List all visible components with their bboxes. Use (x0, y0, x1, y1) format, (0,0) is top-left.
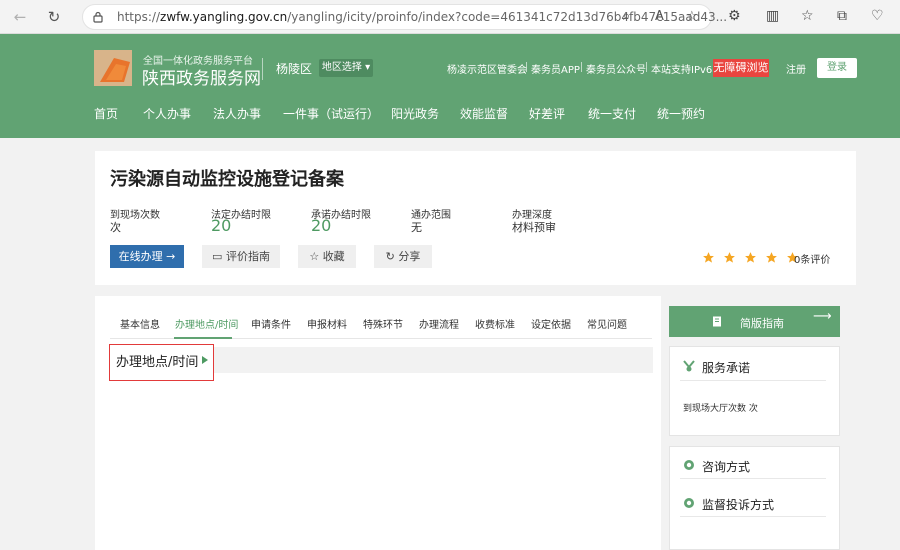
browser-essentials-icon[interactable]: ♡ (871, 8, 884, 24)
top-link-separator (526, 62, 527, 72)
tab-materials[interactable]: 申报材料 (307, 316, 347, 331)
extensions-icon[interactable]: ⚙ (728, 8, 741, 24)
star-icon (724, 252, 736, 263)
evaluation-guide-button[interactable]: ▭ 评价指南 (202, 245, 280, 268)
message-icon: ▭ (212, 250, 223, 263)
promise-icon (683, 360, 695, 372)
long-arrow-right-icon: ⟶ (813, 309, 832, 324)
top-link-separator (646, 62, 647, 72)
online-apply-button[interactable]: 在线办理 → (110, 245, 184, 268)
field-value: 材料预审 (512, 221, 556, 234)
star-icon (703, 252, 714, 263)
field-value: 20 (211, 216, 232, 235)
tab-location-time[interactable]: 办理地点/时间 (175, 316, 238, 331)
register-link[interactable]: 注册 (786, 61, 806, 76)
tab-legal-basis[interactable]: 设定依据 (531, 316, 571, 331)
tab-fees[interactable]: 收费标准 (475, 316, 515, 331)
login-button[interactable]: 登录 (817, 58, 857, 78)
rating-stars (702, 249, 802, 268)
back-arrow-icon[interactable]: ← (10, 7, 30, 27)
field-value: 无 (411, 221, 422, 234)
tab-special-steps[interactable]: 特殊环节 (363, 316, 403, 331)
reload-icon[interactable]: ↻ (44, 7, 64, 27)
top-link-committee[interactable]: 杨凌示范区管委会 (447, 61, 527, 76)
consultation-title[interactable]: 咨询方式 (702, 458, 750, 475)
headset-icon (684, 460, 694, 470)
share-icon: ↻ (385, 250, 395, 263)
nav-corporate[interactable]: 法人办事 (213, 105, 261, 122)
read-aloud-icon[interactable]: A (655, 9, 664, 24)
arrow-right-icon: → (166, 250, 176, 263)
section-title: 办理地点/时间 (116, 355, 199, 370)
header-divider (262, 58, 263, 80)
nav-home[interactable]: 首页 (94, 105, 118, 122)
top-link-separator (581, 62, 582, 72)
lock-icon (93, 11, 103, 23)
nav-sunshine[interactable]: 阳光政务 (391, 105, 439, 122)
star-outline-icon: ☆ (309, 250, 320, 263)
simple-guide-label: 简版指南 (740, 317, 784, 330)
share-button[interactable]: ↻ 分享 (374, 245, 432, 268)
item-title: 污染源自动监控设施登记备案 (110, 169, 344, 190)
accessibility-button[interactable]: 无障碍浏览 (713, 59, 769, 77)
complaint-title[interactable]: 监督投诉方式 (702, 496, 774, 513)
split-screen-icon[interactable]: ▥ (766, 8, 779, 24)
triangle-right-icon (202, 356, 208, 364)
site-title[interactable]: 陕西政务服务网 (142, 64, 261, 89)
nav-payment[interactable]: 统一支付 (588, 105, 636, 122)
zoom-icon[interactable]: ⌕ (623, 9, 630, 24)
url-text: https://zwfw.yangling.gov.cn/yangling/ic… (117, 10, 728, 24)
favorite-star-icon[interactable]: ☆ (686, 9, 698, 24)
address-bar[interactable]: https://zwfw.yangling.gov.cn/yangling/ic… (82, 4, 727, 30)
service-promise-text: 到现场大厅次数 次 (683, 404, 758, 414)
nav-appointment[interactable]: 统一预约 (657, 105, 705, 122)
star-icon (766, 252, 778, 263)
nav-one-thing[interactable]: 一件事（试运行） (283, 105, 379, 122)
site-header (0, 34, 900, 138)
tab-conditions[interactable]: 申请条件 (251, 316, 291, 331)
rating-count: 0条评价 (794, 255, 831, 266)
document-icon (713, 316, 721, 327)
detail-panel (95, 296, 661, 550)
service-promise-title: 服务承诺 (702, 361, 751, 375)
field-value: 次 (110, 221, 121, 234)
collections-icon[interactable]: ⧉ (837, 8, 847, 24)
tab-basic-info[interactable]: 基本信息 (120, 316, 160, 331)
divider (680, 380, 826, 381)
browser-toolbar: ← ↻ https://zwfw.yangling.gov.cn/yanglin… (0, 0, 900, 34)
divider (680, 516, 826, 517)
top-link-ipv6: 本站支持IPv6 (651, 65, 713, 76)
region-name: 杨陵区 (276, 62, 313, 76)
field-value: 20 (311, 216, 332, 235)
top-link-app[interactable]: 秦务员APP (531, 61, 580, 76)
site-logo-icon (94, 50, 132, 86)
nav-efficiency[interactable]: 效能监督 (460, 105, 508, 122)
region-select-button[interactable]: 地区选择 ▾ (319, 59, 373, 77)
nav-personal[interactable]: 个人办事 (143, 105, 191, 122)
favorites-icon[interactable]: ☆ (801, 8, 814, 24)
top-link-wechat[interactable]: 秦务员公众号 (586, 61, 646, 76)
divider (680, 478, 826, 479)
favorite-button[interactable]: ☆ 收藏 (298, 245, 356, 268)
tab-process[interactable]: 办理流程 (419, 316, 459, 331)
tab-faq[interactable]: 常见问题 (587, 316, 627, 331)
active-tab-indicator (174, 337, 232, 339)
star-icon (745, 252, 757, 263)
nav-review[interactable]: 好差评 (529, 105, 565, 122)
complaint-icon (684, 498, 694, 508)
